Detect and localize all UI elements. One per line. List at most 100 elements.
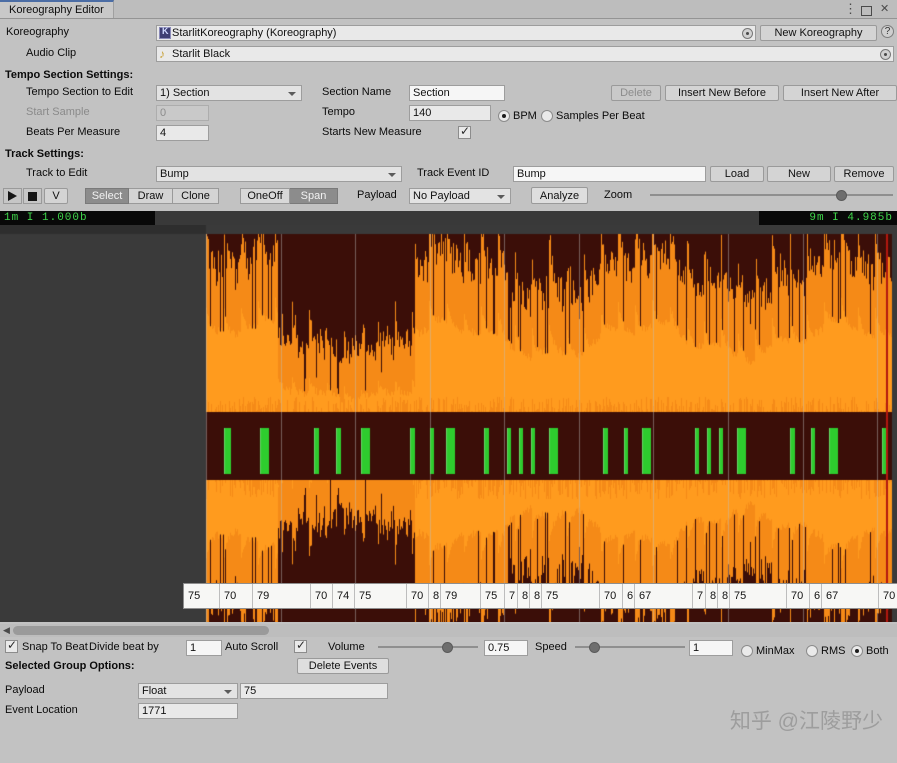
scrollbar-thumb[interactable] [13, 626, 269, 635]
zoom-slider-knob[interactable] [835, 190, 847, 201]
event-label-box[interactable]: 79 [441, 584, 481, 608]
timeline-ruler[interactable]: 1m I 1.000b 9m I 4.985b [0, 211, 897, 225]
new-koreography-button[interactable]: New Koreography [760, 25, 877, 41]
edit-mode-clone[interactable]: Clone [173, 188, 219, 204]
section-name-field[interactable]: Section [409, 85, 505, 101]
event-label-value: 7 [509, 590, 516, 602]
display-mode-rms[interactable]: RMS [806, 641, 845, 660]
track-event-id-field[interactable]: Bump [513, 166, 706, 182]
play-icon [8, 191, 17, 201]
event-label-box[interactable]: 70 [787, 584, 810, 608]
event-type-span[interactable]: Span [290, 188, 338, 204]
volume-slider-track [378, 646, 478, 648]
starts-new-measure-checkbox[interactable] [458, 124, 471, 139]
zoom-slider[interactable] [650, 188, 893, 202]
volume-slider[interactable] [378, 640, 478, 654]
play-button[interactable] [3, 188, 22, 204]
event-label-box[interactable]: 70 [311, 584, 333, 608]
koreography-object-field[interactable]: StarlitKoreography (Koreography) [156, 25, 756, 41]
event-label-box[interactable]: 67 [822, 584, 879, 608]
divide-beat-by-field[interactable]: 1 [186, 640, 222, 656]
waveform-area[interactable]: 1m I 1.000b 9m I 4.985b 75 70 79 70 74 75 70 8 7… [0, 211, 897, 622]
new-track-button[interactable]: New [767, 166, 831, 182]
scrollbar-trough[interactable] [13, 626, 897, 635]
event-label-value: 67 [826, 590, 839, 602]
delete-tempo-section-button[interactable]: Delete [611, 85, 661, 101]
payload-type-dropdown[interactable]: No Payload [409, 188, 511, 204]
scroll-left-arrow-icon[interactable]: ◀ [0, 624, 13, 637]
speed-slider[interactable] [575, 640, 685, 654]
help-icon[interactable]: ? [881, 25, 894, 38]
event-label-box[interactable]: 75 [730, 584, 787, 608]
edit-mode-select[interactable]: Select [85, 188, 129, 204]
event-label-box[interactable]: 8 [706, 584, 718, 608]
event-label-box[interactable]: 6 [623, 584, 635, 608]
analyze-button[interactable]: Analyze [531, 187, 588, 204]
event-location-field[interactable]: 1771 [138, 703, 238, 719]
close-icon[interactable] [879, 3, 891, 16]
event-label-box[interactable]: 75 [542, 584, 600, 608]
both-radio-icon[interactable] [851, 644, 863, 657]
event-label-box[interactable]: 7 [505, 584, 518, 608]
stop-button[interactable] [23, 188, 42, 204]
event-label-box[interactable]: 70 [600, 584, 623, 608]
tempo-mode-samples-per-beat-radio[interactable]: Samples Per Beat [541, 106, 645, 125]
beats-per-measure-field[interactable]: 4 [156, 125, 209, 141]
tempo-mode-bpm-radio[interactable]: BPM [498, 106, 537, 125]
event-label-box[interactable]: 6 [810, 584, 822, 608]
load-track-button[interactable]: Load [710, 166, 764, 182]
event-label-box[interactable]: 67 [635, 584, 693, 608]
event-label-box[interactable]: 8 [718, 584, 730, 608]
event-label-box[interactable]: 70 [407, 584, 429, 608]
tab-label: Koreography Editor [9, 4, 104, 16]
waveform-canvas-wrap[interactable] [0, 225, 897, 622]
volume-value-field[interactable]: 0.75 [484, 640, 528, 656]
event-label-box[interactable]: 75 [355, 584, 407, 608]
tempo-field[interactable]: 140 [409, 105, 491, 121]
audio-picker-icon[interactable] [880, 49, 891, 60]
waveform-canvas[interactable] [0, 225, 897, 622]
event-label-strip[interactable]: 75 70 79 70 74 75 70 8 79 75 7 8 8 75 70 6 67 7 8 8 75 70 6 67 7… [183, 583, 897, 609]
chevron-down-icon [224, 690, 232, 694]
event-label-box[interactable]: 8 [429, 584, 441, 608]
event-label-box[interactable]: 79 [253, 584, 311, 608]
remove-track-button[interactable]: Remove [834, 166, 894, 182]
event-label-box[interactable]: 74 [333, 584, 355, 608]
track-to-edit-dropdown[interactable]: Bump [156, 166, 402, 182]
speed-slider-knob[interactable] [588, 642, 600, 653]
snap-to-beat-checkbox[interactable] [5, 638, 18, 653]
event-label-box[interactable]: 70 [879, 584, 897, 608]
bpm-radio-icon[interactable] [498, 109, 510, 122]
event-label-box[interactable]: 75 [481, 584, 505, 608]
tempo-label: Tempo [322, 106, 356, 118]
samples-per-beat-radio-icon[interactable] [541, 109, 553, 122]
event-type-oneoff[interactable]: OneOff [240, 188, 290, 204]
tab-koreography-editor[interactable]: Koreography Editor [0, 0, 114, 18]
audio-clip-value: Starlit Black [172, 48, 231, 60]
volume-slider-knob[interactable] [442, 642, 454, 653]
insert-new-before-button[interactable]: Insert New Before [665, 85, 779, 101]
audio-clip-object-field[interactable]: Starlit Black [156, 46, 894, 62]
display-mode-minmax[interactable]: MinMax [741, 641, 795, 660]
display-mode-both[interactable]: Both [851, 641, 889, 660]
volume-toggle-button[interactable]: V [44, 188, 68, 204]
horizontal-scrollbar[interactable]: ◀ [0, 624, 897, 637]
minmax-radio-icon[interactable] [741, 644, 753, 657]
object-picker-icon[interactable] [742, 28, 753, 39]
event-label-box[interactable]: 8 [530, 584, 542, 608]
maximize-icon[interactable] [860, 4, 872, 16]
event-label-box[interactable]: 75 [184, 584, 220, 608]
group-payload-type-dropdown[interactable]: Float [138, 683, 238, 699]
rms-radio-icon[interactable] [806, 644, 818, 657]
event-label-box[interactable]: 7 [693, 584, 706, 608]
speed-value-field[interactable]: 1 [689, 640, 733, 656]
tempo-section-to-edit-dropdown[interactable]: 1) Section [156, 85, 302, 101]
insert-new-after-button[interactable]: Insert New After [783, 85, 897, 101]
delete-events-button[interactable]: Delete Events [297, 658, 389, 674]
kebab-menu-icon[interactable] [841, 3, 857, 16]
event-label-box[interactable]: 8 [518, 584, 530, 608]
group-payload-value-field[interactable]: 75 [240, 683, 388, 699]
edit-mode-draw[interactable]: Draw [129, 188, 173, 204]
event-label-box[interactable]: 70 [220, 584, 253, 608]
auto-scroll-checkbox[interactable] [294, 638, 307, 653]
